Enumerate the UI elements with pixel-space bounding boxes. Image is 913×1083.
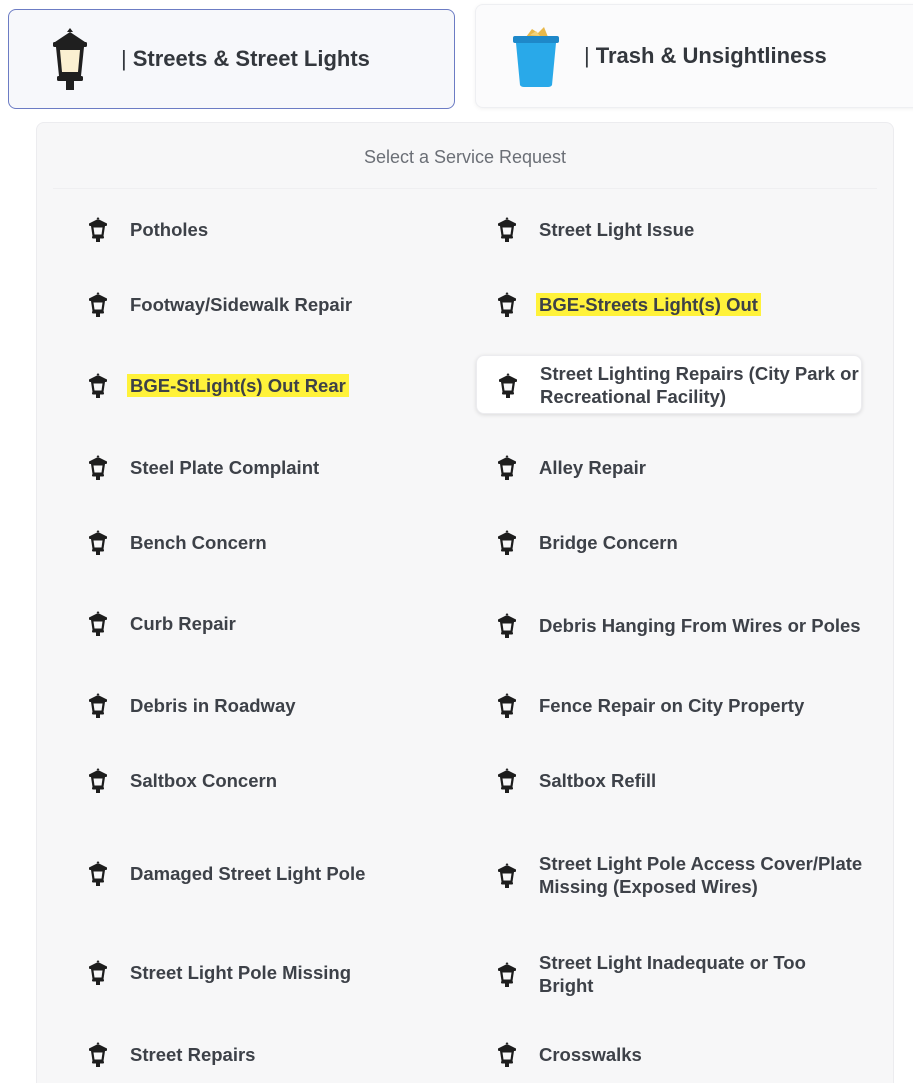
tab-trash-unsightliness[interactable]: | Trash & Unsightliness bbox=[475, 4, 913, 108]
service-request-label: Debris in Roadway bbox=[130, 694, 296, 716]
service-request-item[interactable]: Saltbox Concern bbox=[86, 765, 456, 795]
street-lamp-icon bbox=[86, 528, 110, 556]
street-lamp-icon-svg bbox=[498, 217, 516, 242]
street-lamp-icon bbox=[496, 371, 520, 399]
street-lamp-icon bbox=[86, 290, 110, 318]
street-lamp-icon bbox=[495, 453, 519, 481]
service-request-label: Crosswalks bbox=[539, 1043, 642, 1065]
street-lamp-icon bbox=[86, 609, 110, 637]
service-request-label: Steel Plate Complaint bbox=[130, 456, 320, 478]
street-lamp-icon-svg bbox=[89, 292, 107, 317]
street-lamp-icon bbox=[495, 611, 519, 639]
street-lamp-icon bbox=[495, 528, 519, 556]
service-request-item[interactable]: Footway/Sidewalk Repair bbox=[86, 289, 456, 319]
service-request-item[interactable]: Debris in Roadway bbox=[86, 690, 456, 720]
street-lamp-icon-svg bbox=[498, 962, 516, 987]
service-request-item[interactable]: BGE-Streets Light(s) Out bbox=[495, 289, 865, 319]
tab-label-text: Streets & Street Lights bbox=[132, 46, 370, 71]
street-lamp-icon-svg bbox=[498, 768, 516, 793]
service-request-item[interactable]: Crosswalks bbox=[495, 1039, 865, 1069]
divider bbox=[53, 188, 877, 189]
service-request-item[interactable]: Street Repairs bbox=[86, 1039, 456, 1069]
service-request-item[interactable]: BGE-StLight(s) Out Rear bbox=[86, 370, 456, 400]
street-lamp-icon-svg bbox=[498, 1042, 516, 1067]
tab-label: | Trash & Unsightliness bbox=[584, 43, 827, 68]
tab-label-text: Trash & Unsightliness bbox=[595, 43, 827, 68]
service-request-label: Street Light Issue bbox=[539, 218, 695, 240]
service-request-label: Debris Hanging From Wires or Poles bbox=[539, 614, 861, 636]
service-request-label: Street Repairs bbox=[130, 1043, 256, 1065]
service-request-label: Footway/Sidewalk Repair bbox=[130, 293, 353, 315]
street-lamp-icon bbox=[86, 1040, 110, 1068]
street-lamp-icon-svg bbox=[89, 960, 107, 985]
street-lamp-icon bbox=[495, 215, 519, 243]
service-request-item[interactable]: Potholes bbox=[86, 214, 456, 244]
service-request-item[interactable]: Street Lighting Repairs (City Park or Re… bbox=[476, 355, 862, 414]
street-lamp-icon-svg bbox=[89, 455, 107, 480]
service-request-item[interactable]: Saltbox Refill bbox=[495, 765, 865, 795]
street-lamp-icon bbox=[495, 861, 519, 889]
street-lamp-icon-svg bbox=[89, 861, 107, 886]
street-lamp-icon bbox=[495, 290, 519, 318]
street-lamp-icon-svg bbox=[89, 530, 107, 555]
street-lamp-icon-svg bbox=[89, 611, 107, 636]
service-request-item[interactable]: Alley Repair bbox=[495, 452, 865, 482]
service-request-item[interactable]: Street Light Pole Access Cover/Plate Mis… bbox=[495, 838, 865, 912]
street-lamp-icon-svg bbox=[89, 693, 107, 718]
tab-label: | Streets & Street Lights bbox=[121, 46, 370, 71]
service-request-item[interactable]: Steel Plate Complaint bbox=[86, 452, 456, 482]
service-request-item[interactable]: Curb Repair bbox=[86, 608, 456, 638]
service-request-label: Street Light Pole Missing bbox=[130, 961, 351, 983]
street-lamp-icon bbox=[495, 1040, 519, 1068]
street-lamp-icon bbox=[495, 766, 519, 794]
street-lamp-icon-svg bbox=[89, 1042, 107, 1067]
street-lamp-icon bbox=[86, 371, 110, 399]
service-request-item[interactable]: Street Light Pole Missing bbox=[86, 957, 456, 987]
service-request-label: Alley Repair bbox=[539, 456, 646, 478]
service-request-item[interactable]: Street Light Inadequate or Too Bright bbox=[495, 949, 865, 999]
street-lamp-icon bbox=[86, 215, 110, 243]
service-request-item[interactable]: Bridge Concern bbox=[495, 527, 865, 557]
service-request-label: Potholes bbox=[130, 218, 209, 240]
street-lamp-icon bbox=[495, 691, 519, 719]
service-request-label: Bench Concern bbox=[130, 531, 267, 553]
street-lamp-icon bbox=[495, 960, 519, 988]
street-lamp-icon-svg bbox=[498, 530, 516, 555]
service-request-label: BGE-Streets Light(s) Out bbox=[536, 292, 761, 316]
service-request-label: Fence Repair on City Property bbox=[539, 694, 805, 716]
street-lamp-icon-svg bbox=[498, 613, 516, 638]
service-request-label: Street Lighting Repairs (City Park or Re… bbox=[540, 362, 859, 407]
tab-streets-street-lights[interactable]: | Streets & Street Lights bbox=[8, 9, 455, 109]
street-lamp-icon bbox=[86, 453, 110, 481]
service-request-item[interactable]: Street Light Issue bbox=[495, 214, 865, 244]
street-lamp-icon-svg bbox=[498, 455, 516, 480]
street-lamp-icon bbox=[86, 958, 110, 986]
street-lamp-icon-svg bbox=[498, 292, 516, 317]
street-lamp-icon-svg bbox=[498, 693, 516, 718]
service-request-label: Street Light Inadequate or Too Bright bbox=[539, 952, 806, 996]
panel-title: Select a Service Request bbox=[363, 147, 567, 167]
street-lamp-icon bbox=[86, 691, 110, 719]
service-request-item[interactable]: Damaged Street Light Pole bbox=[86, 858, 456, 888]
service-request-label: BGE-StLight(s) Out Rear bbox=[127, 373, 349, 397]
street-lamp-icon bbox=[43, 24, 97, 94]
street-lamp-icon-svg bbox=[499, 372, 517, 398]
service-request-label: Street Light Pole Access Cover/Plate Mis… bbox=[539, 853, 863, 897]
street-lamp-icon bbox=[86, 766, 110, 794]
service-request-item[interactable]: Fence Repair on City Property bbox=[495, 690, 865, 720]
service-request-label: Damaged Street Light Pole bbox=[130, 862, 366, 884]
service-request-item[interactable]: Bench Concern bbox=[86, 527, 456, 557]
street-lamp-icon-svg bbox=[89, 373, 107, 398]
street-lamp-icon-svg bbox=[89, 217, 107, 242]
street-lamp-icon-svg bbox=[498, 863, 516, 888]
street-lamp-icon-svg bbox=[89, 768, 107, 793]
service-request-label: Saltbox Concern bbox=[130, 769, 277, 791]
service-request-label: Bridge Concern bbox=[539, 531, 678, 553]
trash-can-icon bbox=[506, 21, 566, 91]
street-lamp-icon bbox=[86, 859, 110, 887]
service-request-item[interactable]: Debris Hanging From Wires or Poles bbox=[495, 600, 865, 650]
service-request-label: Curb Repair bbox=[130, 612, 236, 634]
service-request-label: Saltbox Refill bbox=[539, 769, 657, 791]
